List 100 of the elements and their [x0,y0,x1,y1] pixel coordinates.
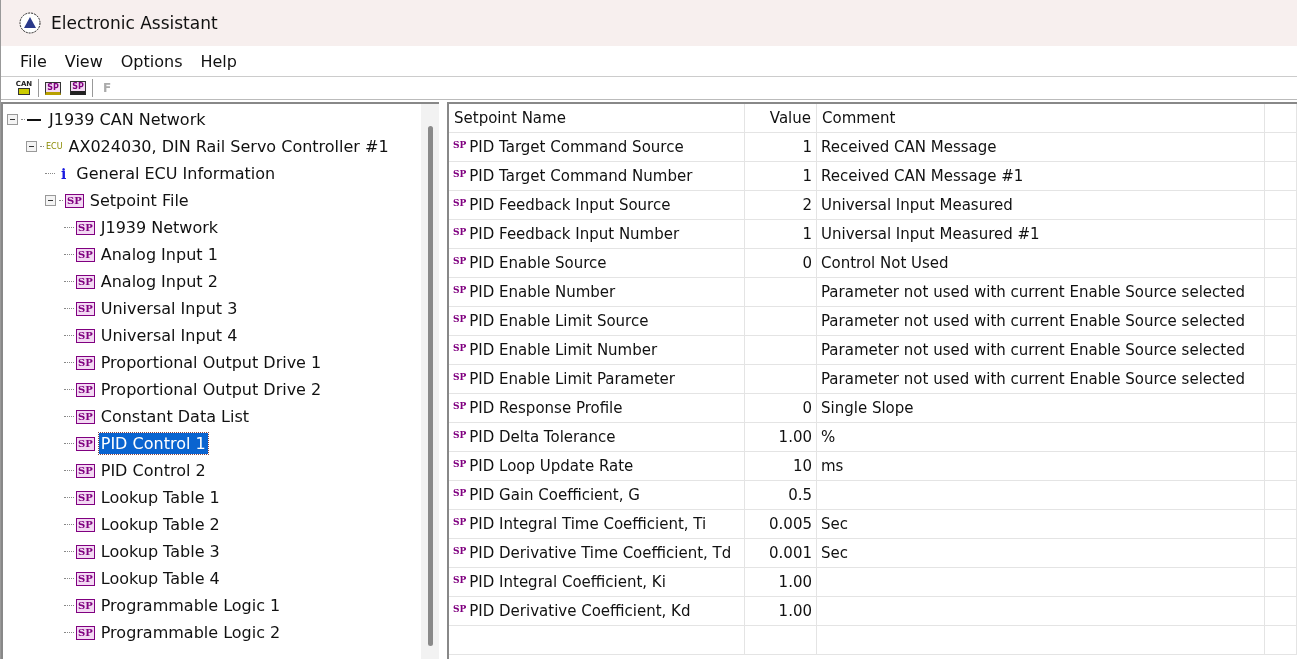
scrollbar[interactable] [421,104,439,659]
column-header[interactable]: Value [745,104,817,133]
tree-item[interactable]: AX024030, DIN Rail Servo Controller #1 [66,136,391,157]
setpoint-name: PID Enable Limit Parameter [469,370,675,388]
table-cell: Control Not Used [817,249,1265,278]
table-cell: 0.5 [745,481,817,510]
menu-item[interactable]: Options [111,51,192,71]
collapse-toggle[interactable] [26,141,37,152]
setpoint-name: PID Response Profile [469,399,623,417]
table-cell: 1 [745,133,817,162]
tree-item[interactable]: Lookup Table 3 [98,541,222,562]
setpoint-icon: SP [453,285,467,295]
setpoint-icon: SP [453,227,467,237]
menu-item[interactable]: View [55,51,112,71]
setpoint-icon: SP [453,401,467,411]
setpoint-name: PID Target Command Number [469,167,693,185]
menu-item[interactable]: File [11,51,56,71]
column-header[interactable]: Setpoint Name [449,104,745,133]
setpoint-name: PID Enable Limit Source [469,312,649,330]
table-cell: 1.00 [745,597,817,626]
setpoint-icon: SP [76,625,95,640]
tree-item[interactable]: Proportional Output Drive 1 [98,352,324,373]
empty-cell [1265,365,1297,394]
collapse-toggle[interactable] [7,114,18,125]
table-cell: Universal Input Measured [817,191,1265,220]
setpoint-icon: SP [65,193,84,208]
tree-item[interactable]: Analog Input 1 [98,244,220,265]
setpoint-icon: SP [453,314,467,324]
table-cell: Sec [817,510,1265,539]
tree-item[interactable]: PID Control 2 [98,460,208,481]
column-header[interactable]: Comment [817,104,1265,133]
tree-item[interactable]: Lookup Table 1 [98,487,222,508]
tree-item[interactable]: Analog Input 2 [98,271,220,292]
empty-cell [1265,133,1297,162]
setpoint-icon: SP [453,575,467,585]
tree-item[interactable]: Universal Input 4 [98,325,240,346]
tree-item[interactable]: Constant Data List [98,406,252,427]
empty-cell [1265,336,1297,365]
setpoint-icon: SP [76,409,95,424]
info-icon: i [61,165,67,182]
setpoint-icon: SP [76,220,95,235]
setpoint-icon: SP [453,169,467,179]
tree-item[interactable]: Universal Input 3 [98,298,240,319]
empty-cell [1265,278,1297,307]
setpoint-name: PID Derivative Time Coefficient, Td [469,544,732,562]
tree-item[interactable]: J1939 Network [98,217,221,238]
setpoint-icon: SP [453,546,467,556]
table-cell: 10 [745,452,817,481]
table-cell: Parameter not used with current Enable Source selected [817,336,1265,365]
setpoint-name: PID Target Command Source [469,138,684,156]
tree-item[interactable]: Lookup Table 4 [98,568,222,589]
setpoint-icon: SP [453,488,467,498]
empty-cell [1265,307,1297,336]
empty-cell [1265,481,1297,510]
tree-item[interactable]: Programmable Logic 2 [98,622,283,643]
setpoint-icon: SP [453,198,467,208]
setpoint-name: PID Enable Number [469,283,616,301]
menu-item[interactable]: Help [191,51,246,71]
setpoint-icon: SP [76,328,95,343]
setpoint-icon: SP [76,463,95,478]
setpoint-icon: SP [453,517,467,527]
empty-cell [1265,597,1297,626]
table-cell: 1.00 [745,568,817,597]
table-cell: Received CAN Message [817,133,1265,162]
table-cell: 1 [745,220,817,249]
tree-item[interactable]: Proportional Output Drive 2 [98,379,324,400]
setpoint-name: PID Derivative Coefficient, Kd [469,602,691,620]
table-cell: 1.00 [745,423,817,452]
empty-cell [1265,568,1297,597]
table-cell: ms [817,452,1265,481]
setpoint-icon: SP [453,372,467,382]
setpoint-icon: SP [76,571,95,586]
setpoint-icon: SP [76,436,95,451]
setpoint-icon: SP [453,343,467,353]
table-cell: 0.005 [745,510,817,539]
table-cell: 0 [745,394,817,423]
table-cell: Sec [817,539,1265,568]
collapse-toggle[interactable] [45,195,56,206]
empty-cell [1265,162,1297,191]
tree-item[interactable]: Programmable Logic 1 [98,595,283,616]
setpoint-icon: SP [76,355,95,370]
save-setpoint-button[interactable]: SP [67,78,89,98]
setpoint-name: PID Feedback Input Source [469,196,671,214]
setpoint-name: PID Delta Tolerance [469,428,616,446]
tree-item[interactable]: J1939 CAN Network [47,109,208,130]
table-cell: Parameter not used with current Enable Source selected [817,307,1265,336]
table-cell: 2 [745,191,817,220]
tree-item[interactable]: Lookup Table 2 [98,514,222,535]
tree-item[interactable]: PID Control 1 [98,433,208,454]
app-logo-icon [19,12,41,34]
empty-cell [1265,220,1297,249]
tree-item[interactable]: General ECU Information [74,163,278,184]
setpoint-name: PID Integral Time Coefficient, Ti [469,515,707,533]
setpoint-icon: SP [76,490,95,505]
tree-item[interactable]: Setpoint File [87,190,191,211]
table-cell: Parameter not used with current Enable Source selected [817,278,1265,307]
table-cell: Single Slope [817,394,1265,423]
setpoint-icon: SP [453,604,467,614]
empty-cell [1265,510,1297,539]
setpoint-icon: SP [76,598,95,613]
